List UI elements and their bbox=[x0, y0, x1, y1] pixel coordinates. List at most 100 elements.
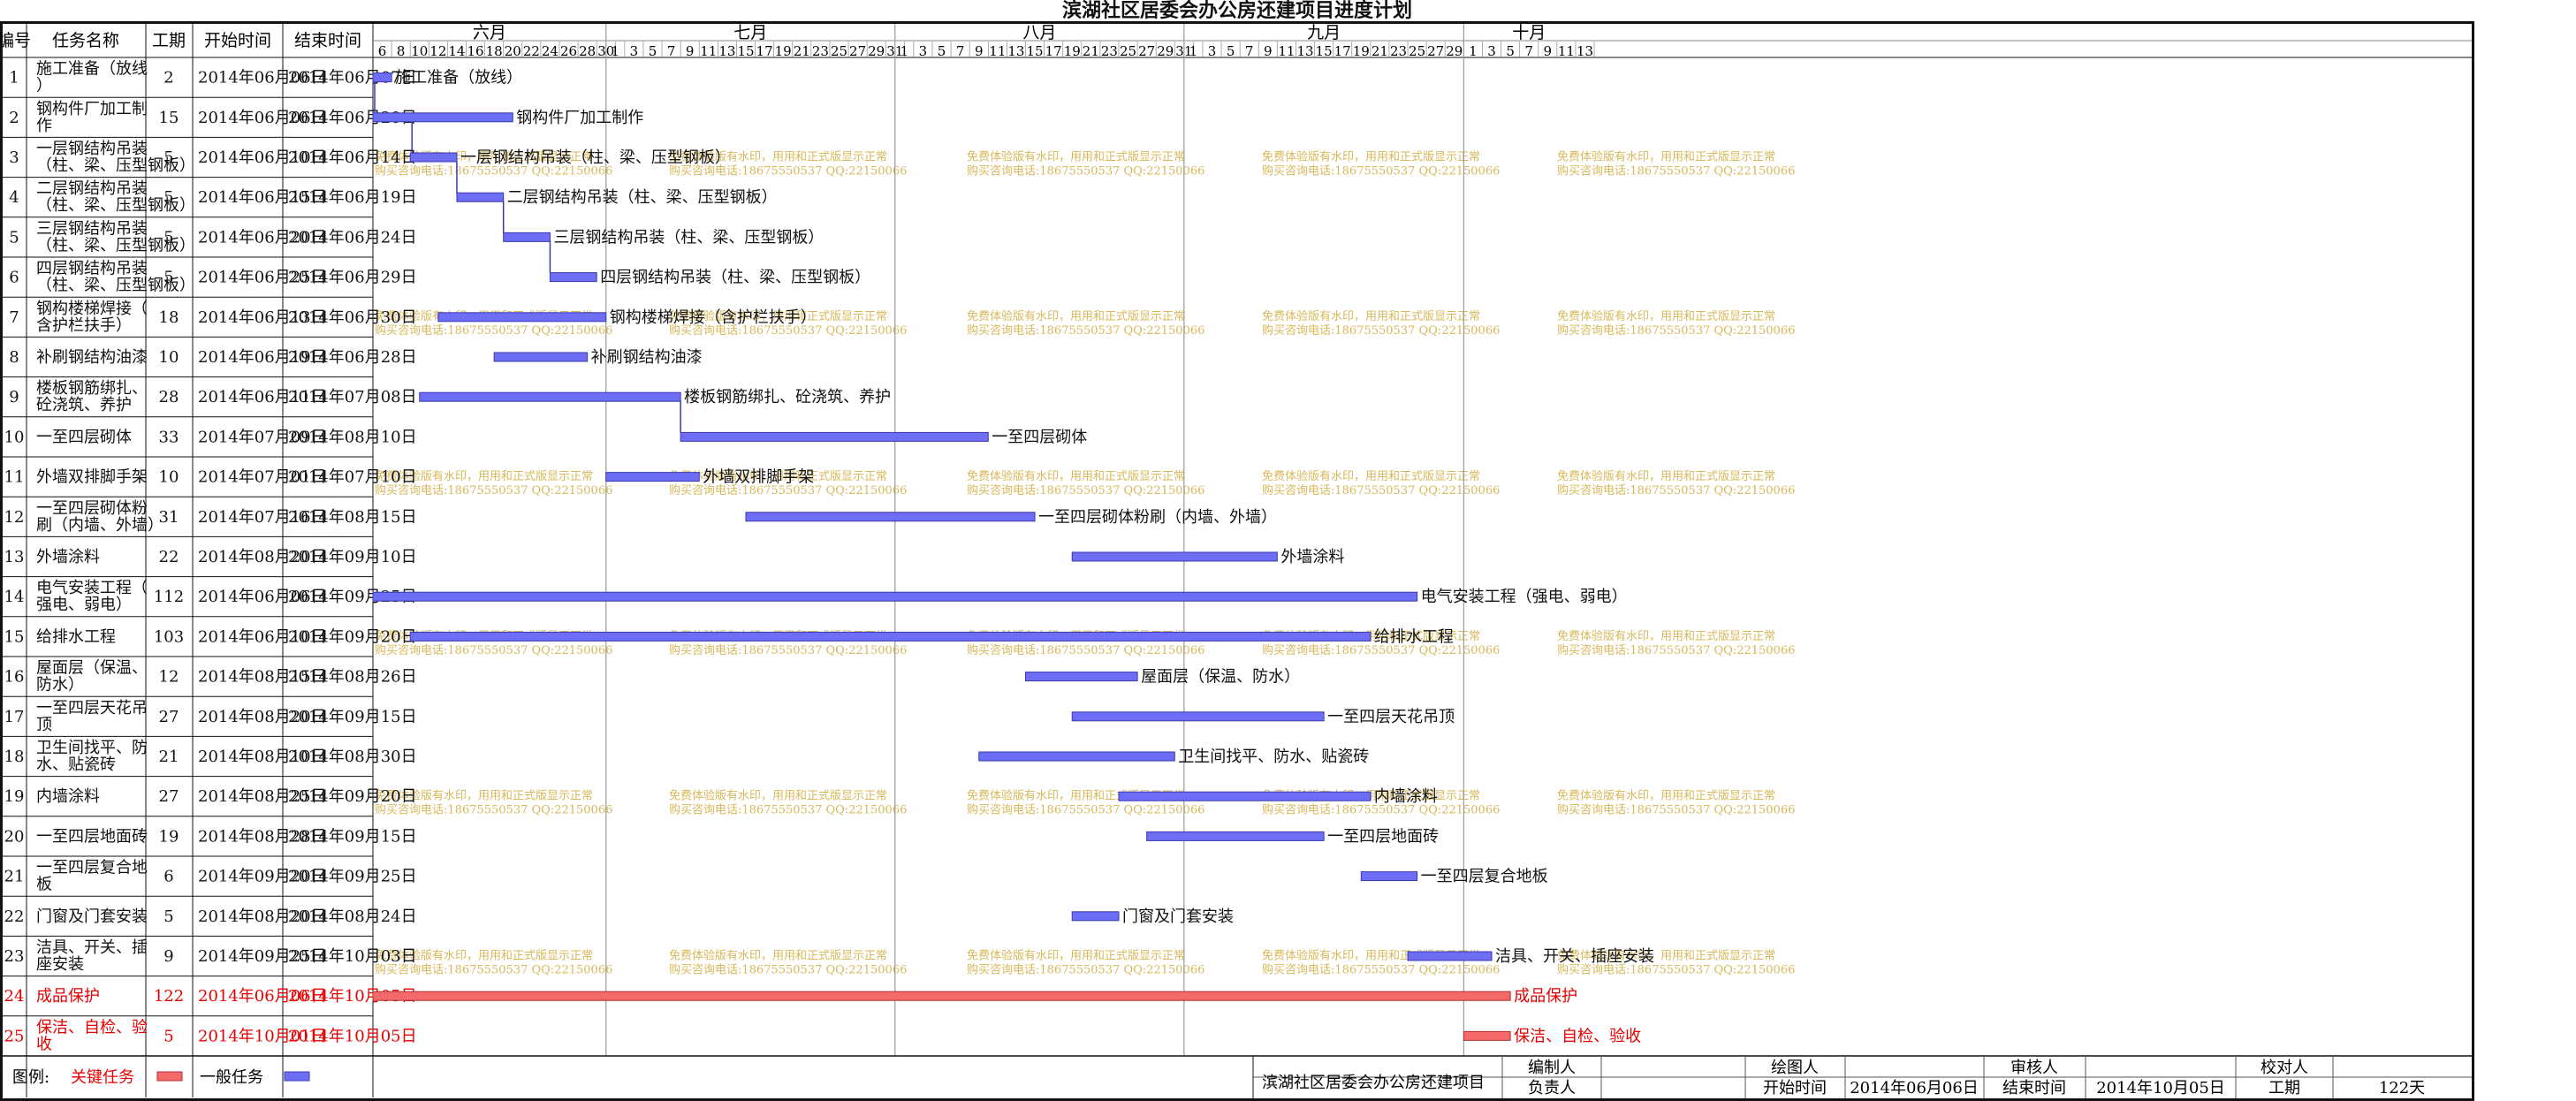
legend-critical-swatch bbox=[156, 1071, 183, 1082]
task-duration: 12 bbox=[159, 668, 179, 687]
task-name: 一至四层砌体 bbox=[36, 428, 132, 446]
task-end: 2014年08月10日 bbox=[288, 428, 417, 446]
gantt-bar bbox=[1071, 551, 1278, 562]
bar-label: 成品保护 bbox=[1514, 987, 1577, 1006]
day-label: 19 bbox=[1353, 43, 1370, 59]
task-end: 2014年08月30日 bbox=[288, 748, 417, 766]
task-name: 作 bbox=[36, 117, 52, 135]
task-id: 24 bbox=[4, 987, 25, 1006]
task-duration: 103 bbox=[154, 627, 184, 646]
day-label: 27 bbox=[1138, 43, 1155, 59]
column-header: 结束时间 bbox=[294, 31, 361, 50]
day-label: 13 bbox=[1296, 43, 1313, 59]
day-label: 5 bbox=[938, 43, 946, 59]
watermark-text: 免费体验版有水印，用用和正式版显示正常 bbox=[967, 948, 1185, 962]
task-name: 收 bbox=[36, 1035, 52, 1053]
task-duration: 5 bbox=[163, 269, 173, 287]
watermark-text: 免费体验版有水印，用用和正式版显示正常 bbox=[967, 469, 1185, 483]
day-label: 11 bbox=[1278, 43, 1295, 59]
day-label: 13 bbox=[1577, 43, 1593, 59]
gantt-bar bbox=[1407, 951, 1493, 961]
column-header: 开始时间 bbox=[204, 31, 271, 50]
footer-label: 开始时间 bbox=[1763, 1079, 1827, 1097]
task-end: 2014年06月19日 bbox=[288, 188, 417, 207]
task-duration: 22 bbox=[159, 548, 179, 566]
gantt-bar bbox=[1463, 1030, 1511, 1041]
day-label: 27 bbox=[1427, 43, 1444, 59]
footer-project: 滨湖社区居委会办公房还建项目 bbox=[1262, 1074, 1485, 1092]
day-label: 18 bbox=[486, 43, 503, 59]
footer-label: 编制人 bbox=[1528, 1059, 1576, 1077]
day-label: 7 bbox=[1524, 43, 1533, 59]
day-label: 25 bbox=[1120, 43, 1136, 59]
task-duration: 5 bbox=[163, 188, 173, 207]
day-label: 29 bbox=[868, 43, 885, 59]
task-end: 2014年08月26日 bbox=[288, 668, 417, 687]
gantt-bar bbox=[680, 431, 989, 442]
task-duration: 9 bbox=[163, 947, 173, 966]
task-name: 钢构件厂加工制 bbox=[36, 100, 148, 118]
watermark-text: 购买咨询电话:18675550537 QQ:22150066 bbox=[1557, 163, 1795, 178]
gantt-bar bbox=[503, 232, 551, 242]
task-name: ） bbox=[36, 77, 52, 95]
gantt-bar bbox=[1071, 911, 1120, 922]
day-label: 16 bbox=[467, 43, 484, 59]
day-label: 7 bbox=[1245, 43, 1254, 59]
task-name: 门窗及门套安装 bbox=[36, 907, 148, 926]
task-end: 2014年09月15日 bbox=[288, 827, 417, 846]
task-duration: 10 bbox=[159, 348, 179, 367]
watermark-text: 购买咨询电话:18675550537 QQ:22150066 bbox=[1262, 163, 1500, 178]
bar-label: 卫生间找平、防水、贴瓷砖 bbox=[1178, 748, 1369, 766]
bar-label: 保洁、自检、验收 bbox=[1514, 1027, 1641, 1045]
day-label: 3 bbox=[919, 43, 928, 59]
bar-label: 电气安装工程（强电、弱电） bbox=[1421, 588, 1628, 606]
task-end: 2014年06月14日 bbox=[288, 148, 417, 167]
task-end: 2014年06月30日 bbox=[288, 308, 417, 327]
task-id: 21 bbox=[4, 868, 25, 886]
task-duration: 5 bbox=[163, 1027, 173, 1045]
task-name: 成品保护 bbox=[36, 987, 100, 1006]
gantt-bar bbox=[409, 631, 1372, 642]
day-label: 29 bbox=[1446, 43, 1463, 59]
day-label: 1 bbox=[612, 43, 620, 59]
day-label: 23 bbox=[1101, 43, 1118, 59]
task-end: 2014年09月20日 bbox=[288, 627, 417, 646]
watermark-text: 购买咨询电话:18675550537 QQ:22150066 bbox=[967, 962, 1204, 976]
watermark-text: 购买咨询电话:18675550537 QQ:22150066 bbox=[1262, 483, 1500, 497]
bar-label: 外墙涂料 bbox=[1280, 548, 1344, 566]
task-id: 23 bbox=[4, 947, 25, 966]
task-end: 2014年08月15日 bbox=[288, 508, 417, 527]
bar-label: 楼板钢筋绑扎、砼浇筑、养护 bbox=[684, 388, 891, 406]
day-label: 23 bbox=[812, 43, 829, 59]
task-name: 一至四层天花吊 bbox=[36, 699, 148, 718]
watermark-text: 免费体验版有水印，用用和正式版显示正常 bbox=[1557, 149, 1775, 163]
day-label: 1 bbox=[900, 43, 909, 59]
watermark-text: 免费体验版有水印，用用和正式版显示正常 bbox=[1557, 789, 1775, 803]
day-label: 5 bbox=[1227, 43, 1235, 59]
task-id: 19 bbox=[4, 787, 25, 806]
day-label: 25 bbox=[1409, 43, 1425, 59]
task-id: 17 bbox=[4, 708, 25, 726]
footer-label: 审核人 bbox=[2010, 1059, 2058, 1077]
task-duration: 122 bbox=[154, 987, 184, 1006]
task-duration: 19 bbox=[159, 827, 179, 846]
legend-item-label: 关键任务 bbox=[71, 1068, 134, 1087]
gantt-bar bbox=[372, 591, 1418, 602]
task-name: 板 bbox=[36, 876, 52, 894]
task-name: 钢构楼梯焊接（ bbox=[36, 300, 148, 318]
footer-label: 校对人 bbox=[2261, 1059, 2308, 1077]
watermark-text: 免费体验版有水印，用用和正式版显示正常 bbox=[967, 309, 1185, 323]
watermark-text: 免费体验版有水印，用用和正式版显示正常 bbox=[1262, 149, 1480, 163]
gantt-chart: 免费体验版有水印，用用和正式版显示正常购买咨询电话:18675550537 QQ… bbox=[0, 23, 2472, 1098]
day-label: 21 bbox=[794, 43, 810, 59]
watermark-text: 购买咨询电话:18675550537 QQ:22150066 bbox=[669, 643, 907, 657]
watermark-text: 免费体验版有水印，用用和正式版显示正常 bbox=[1557, 309, 1775, 323]
bar-label: 一至四层地面砖 bbox=[1327, 827, 1439, 846]
task-id: 5 bbox=[9, 228, 19, 247]
day-label: 21 bbox=[1083, 43, 1099, 59]
task-duration: 28 bbox=[159, 388, 179, 406]
month-label: 九月 bbox=[1307, 23, 1341, 42]
task-end: 2014年06月28日 bbox=[288, 348, 417, 367]
task-end: 2014年09月10日 bbox=[288, 548, 417, 566]
watermark-text: 免费体验版有水印，用用和正式版显示正常 bbox=[1262, 469, 1480, 483]
